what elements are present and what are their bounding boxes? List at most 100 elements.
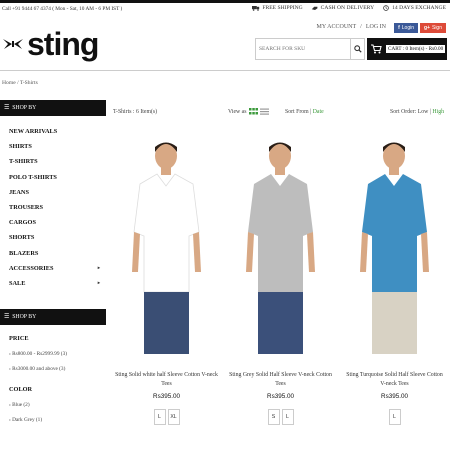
sort-from[interactable]: Sort From | Date — [285, 109, 324, 115]
category-label: JEANS — [9, 188, 29, 196]
size-options: S L — [227, 409, 334, 425]
shop-by-header: ☰ SHOP BY — [0, 100, 106, 116]
google-plus-icon: g+ — [424, 25, 430, 31]
model-photo — [246, 142, 315, 354]
category-item[interactable]: CARGOS — [0, 215, 106, 230]
cart-button[interactable]: CART : 0 Item(s) - Rs0.00 — [367, 38, 447, 60]
category-label: ACCESSORIES — [9, 264, 54, 272]
size-option[interactable]: S — [267, 409, 280, 425]
grid-view-icon[interactable] — [248, 108, 258, 115]
category-label: NEW ARRIVALS — [9, 128, 58, 136]
price-option[interactable]: › Rs800.00 - Rs2999.99 (3) — [0, 351, 106, 357]
truck-icon — [252, 6, 260, 11]
jeans — [144, 292, 189, 354]
login-link[interactable]: LOG IN — [366, 24, 386, 30]
category-label: SHIRTS — [9, 143, 32, 151]
my-account-link[interactable]: MY ACCOUNT — [317, 24, 357, 30]
google-signin-label: Sign — [431, 25, 442, 31]
category-item[interactable]: SALE ▸ — [0, 276, 106, 291]
sort-from-value: Date — [312, 109, 324, 115]
model-photo — [360, 142, 429, 354]
size-options: L — [341, 409, 448, 425]
category-item[interactable]: SHORTS — [0, 230, 106, 245]
facebook-login-button[interactable]: f Login — [394, 23, 418, 33]
cart-summary: CART : 0 Item(s) - Rs0.00 — [386, 45, 446, 53]
shop-by-label: SHOP BY — [12, 314, 37, 321]
view-as: View as — [228, 108, 269, 115]
sort-order[interactable]: Sort Order: Low | High — [390, 109, 444, 115]
item-count: T-Shirts : 6 Item(s) — [113, 109, 158, 115]
product-name[interactable]: Sting Turquoise Solid Half Sleeve Cotton… — [341, 371, 448, 389]
category-label: SHORTS — [9, 234, 35, 242]
category-label: TROUSERS — [9, 204, 43, 212]
product-price: Rs395.00 — [153, 393, 180, 400]
category-label: T-SHIRTS — [9, 158, 38, 166]
category-item[interactable]: NEW ARRIVALS — [0, 124, 106, 139]
cart-icon — [371, 44, 382, 54]
sort-order-label: Sort Order: Low — [390, 109, 429, 115]
size-option[interactable]: L — [153, 409, 166, 425]
category-label: SALE — [9, 279, 26, 287]
top-border — [0, 0, 450, 3]
list-icon: ☰ — [4, 314, 10, 321]
caret-right-icon: ▸ — [97, 265, 100, 271]
category-label: BLAZERS — [9, 249, 39, 257]
pants — [372, 292, 417, 354]
product-price: Rs395.00 — [381, 393, 408, 400]
product-name[interactable]: Sting Solid white half Sleeve Cotton V-n… — [113, 371, 220, 389]
size-options: L XL — [113, 409, 220, 425]
list-view-icon[interactable] — [259, 108, 269, 115]
color-filter-title: COLOR — [9, 386, 33, 394]
sidebar: ☰ SHOP BY NEW ARRIVALS SHIRTS T-SHIRTS P… — [0, 100, 106, 423]
exchange: 14 DAYS EXCHANGE — [382, 5, 446, 11]
shirt — [133, 173, 200, 293]
size-option[interactable]: L — [281, 409, 294, 425]
header-divider — [0, 70, 450, 71]
social-login: f Login g+ Sign — [394, 23, 446, 33]
category-item[interactable]: SHIRTS — [0, 139, 106, 154]
search-icon — [353, 45, 362, 53]
hand-icon — [311, 6, 318, 10]
model-photo — [132, 142, 201, 354]
caret-right-icon: ▸ — [97, 280, 100, 286]
product-card[interactable]: Sting Grey Solid Half Sleeve V-neck Cott… — [227, 132, 334, 425]
category-item[interactable]: JEANS — [0, 185, 106, 200]
size-option[interactable]: L — [388, 409, 401, 425]
product-image[interactable] — [227, 132, 334, 354]
listing-toolbar: T-Shirts : 6 Item(s) View as Sort From |… — [113, 105, 448, 121]
exchange-icon — [383, 5, 389, 11]
brand-logo[interactable]: sting — [2, 26, 99, 62]
shop-by-filter-header: ☰ SHOP BY — [0, 309, 106, 326]
size-option[interactable]: XL — [167, 409, 180, 425]
logo-text: sting — [27, 26, 99, 62]
wings-icon — [3, 39, 23, 49]
product-image[interactable] — [113, 132, 220, 354]
breadcrumb[interactable]: Home / T-Shirts — [2, 80, 38, 86]
product-image[interactable] — [341, 132, 448, 354]
category-item[interactable]: POLO T-SHIRTS — [0, 170, 106, 185]
category-item[interactable]: TROUSERS — [0, 200, 106, 215]
category-item[interactable]: BLAZERS — [0, 246, 106, 261]
account-separator: / — [360, 24, 362, 30]
list-icon: ☰ — [4, 105, 10, 111]
shirt — [248, 174, 313, 292]
shirt — [362, 174, 427, 292]
search-input[interactable] — [256, 39, 350, 59]
color-option-label: Blue (2) — [12, 402, 30, 409]
color-option[interactable]: › Dark Grey (1) — [0, 417, 106, 423]
free-shipping: FREE SHIPPING — [252, 5, 303, 11]
facebook-login-label: Login — [401, 25, 414, 31]
product-name[interactable]: Sting Grey Solid Half Sleeve V-neck Cott… — [227, 371, 334, 389]
search-button[interactable] — [350, 39, 364, 59]
service-strip: FREE SHIPPING CASH ON DELIVERY 14 DAYS E… — [252, 5, 446, 11]
color-option[interactable]: › Blue (2) — [0, 402, 106, 408]
google-signin-button[interactable]: g+ Sign — [420, 23, 446, 33]
sort-from-label: Sort From — [285, 109, 309, 115]
price-option[interactable]: › Rs3000.00 and above (3) — [0, 366, 106, 372]
category-item[interactable]: T-SHIRTS — [0, 154, 106, 169]
view-as-label: View as — [228, 108, 247, 115]
category-item[interactable]: ACCESSORIES ▸ — [0, 261, 106, 276]
product-card[interactable]: Sting Turquoise Solid Half Sleeve Cotton… — [341, 132, 448, 425]
cash-on-delivery: CASH ON DELIVERY — [311, 5, 374, 11]
product-card[interactable]: Sting Solid white half Sleeve Cotton V-n… — [113, 132, 220, 425]
